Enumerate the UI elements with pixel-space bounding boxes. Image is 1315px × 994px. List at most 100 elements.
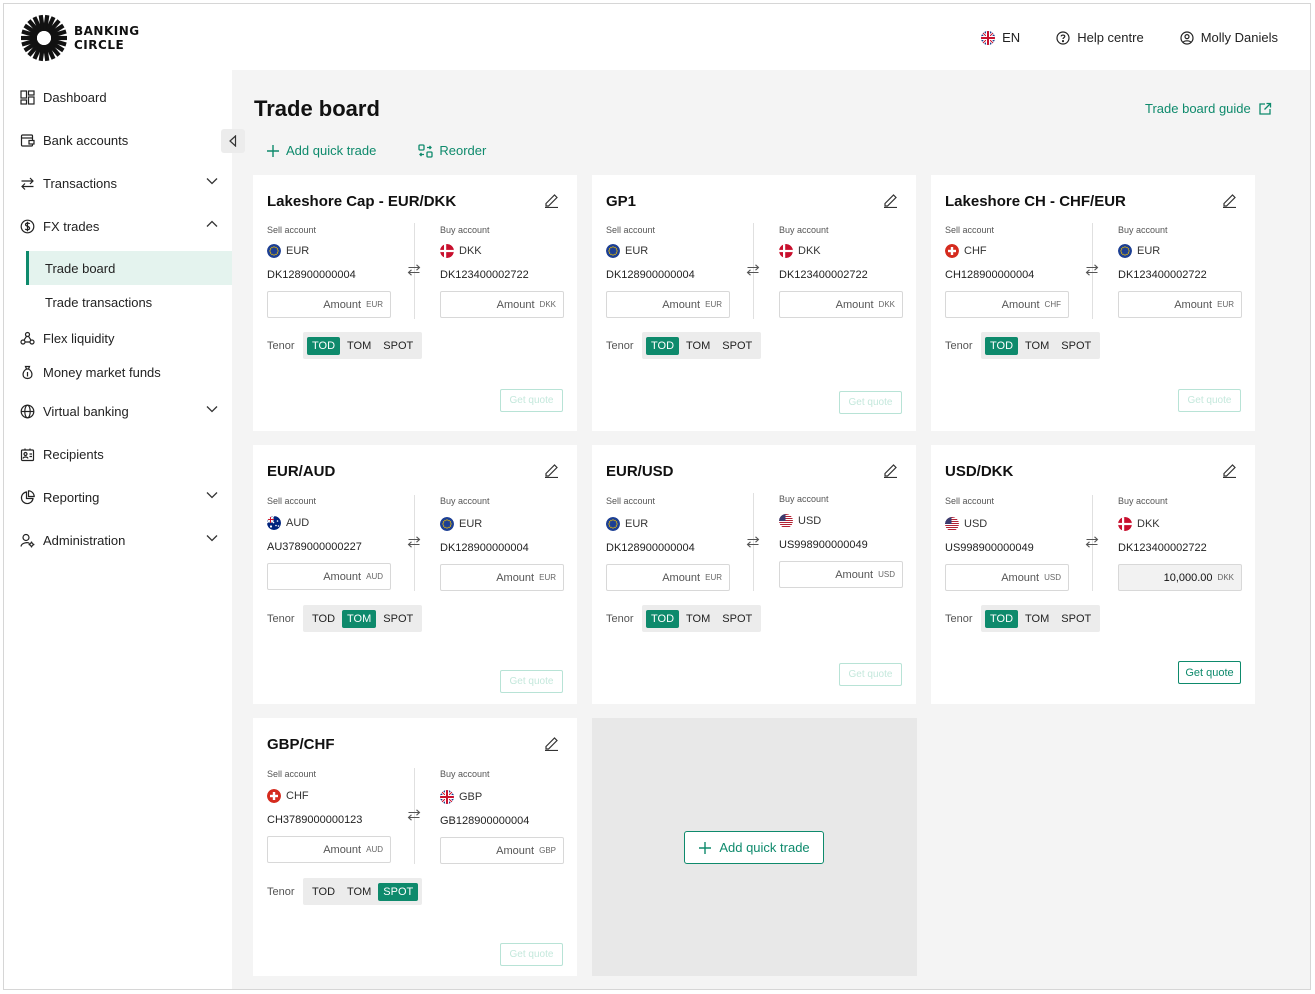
swap-icon[interactable] — [746, 263, 760, 277]
tenor-option-tod[interactable]: TOD — [307, 883, 340, 901]
swap-icon[interactable] — [407, 808, 421, 822]
sidebar-item-money-market-funds[interactable]: Money market funds — [4, 355, 232, 389]
sidebar-item-trade-transactions[interactable]: Trade transactions — [26, 285, 232, 319]
swap-icon[interactable] — [407, 263, 421, 277]
edit-icon[interactable] — [544, 193, 559, 208]
card-title: USD/DKK — [945, 463, 1014, 480]
sell-account-number: CH3789000000123 — [267, 814, 363, 826]
swap-icon[interactable] — [1085, 263, 1099, 277]
buy-currency: DKK — [1118, 517, 1160, 531]
get-quote-button[interactable]: Get quote — [1178, 389, 1241, 412]
language-selector[interactable]: EN — [981, 30, 1020, 45]
sell-amount-input[interactable]: Amount CHF — [945, 291, 1069, 318]
sidebar-item-transactions[interactable]: Transactions — [4, 166, 232, 200]
chevron-up-icon — [206, 220, 218, 227]
add-quick-trade-card-button[interactable]: Add quick trade — [684, 831, 824, 864]
sidebar-item-label: Trade transactions — [45, 294, 153, 310]
buy-amount-input[interactable]: Amount DKK — [779, 291, 903, 318]
tenor-option-spot[interactable]: SPOT — [1056, 337, 1096, 355]
buy-amount-input[interactable]: Amount EUR — [440, 564, 564, 591]
get-quote-button[interactable]: Get quote — [839, 663, 902, 686]
help-centre-link[interactable]: Help centre — [1056, 30, 1144, 45]
swap-icon[interactable] — [407, 535, 421, 549]
tenor-option-tom[interactable]: TOM — [342, 609, 377, 628]
tenor-option-spot[interactable]: SPOT — [717, 610, 757, 628]
edit-icon[interactable] — [1222, 193, 1237, 208]
user-menu[interactable]: Molly Daniels — [1180, 30, 1278, 45]
tenor-option-spot[interactable]: SPOT — [378, 882, 419, 901]
tenor-option-spot[interactable]: SPOT — [717, 337, 757, 355]
tenor-option-tom[interactable]: TOM — [1020, 337, 1054, 355]
tenor-selector: TOD TOM SPOT — [303, 332, 423, 359]
tenor-option-tod[interactable]: TOD — [646, 336, 680, 355]
get-quote-button[interactable]: Get quote — [500, 670, 563, 693]
tenor-option-tod[interactable]: TOD — [646, 609, 680, 628]
tenor-option-tom[interactable]: TOM — [681, 610, 715, 628]
swap-icon[interactable] — [1085, 535, 1099, 549]
chevron-down-icon — [206, 406, 218, 413]
edit-icon[interactable] — [883, 463, 898, 478]
sidebar-item-dashboard[interactable]: Dashboard — [4, 80, 232, 114]
reorder-button[interactable]: Reorder — [418, 143, 486, 158]
sell-currency: CHF — [267, 789, 309, 803]
sidebar-item-bank-accounts[interactable]: Bank accounts — [4, 123, 232, 157]
get-quote-button[interactable]: Get quote — [839, 391, 902, 414]
top-navigation: EN Help centre Molly Daniels — [981, 30, 1278, 45]
buy-account-number: DK123400002722 — [1118, 269, 1207, 281]
tenor-option-tod[interactable]: TOD — [985, 609, 1019, 628]
tenor-option-tod[interactable]: TOD — [985, 336, 1019, 355]
trade-board-guide-link[interactable]: Trade board guide — [1145, 101, 1272, 116]
tenor-option-tom[interactable]: TOM — [681, 337, 715, 355]
edit-icon[interactable] — [883, 193, 898, 208]
get-quote-button[interactable]: Get quote — [1178, 661, 1241, 684]
buy-amount-input[interactable]: Amount GBP — [440, 837, 564, 864]
edit-icon[interactable] — [1222, 463, 1237, 478]
tenor-selector: TOD TOM SPOT — [642, 605, 762, 632]
sidebar-item-label: Flex liquidity — [43, 330, 115, 346]
chf-flag-icon — [945, 244, 959, 258]
collapse-sidebar-button[interactable] — [221, 129, 245, 153]
tenor-option-tom[interactable]: TOM — [342, 883, 376, 901]
administration-icon — [20, 533, 35, 547]
edit-icon[interactable] — [544, 463, 559, 478]
usd-flag-icon — [779, 514, 793, 528]
brand-logo[interactable]: BANKING CIRCLE — [20, 14, 140, 62]
buy-amount-input[interactable]: Amount USD — [779, 561, 903, 588]
sell-amount-input[interactable]: Amount EUR — [606, 564, 730, 591]
recipients-icon — [20, 448, 35, 461]
sell-currency: CHF — [945, 244, 987, 258]
sell-amount-input[interactable]: Amount USD — [945, 564, 1069, 591]
sell-currency: USD — [945, 517, 987, 531]
buy-account-label: Buy account — [440, 769, 490, 779]
dkk-flag-icon — [440, 244, 454, 258]
tenor-option-tom[interactable]: TOM — [342, 337, 376, 355]
sidebar-item-administration[interactable]: Administration — [4, 523, 232, 557]
sidebar-item-flex-liquidity[interactable]: Flex liquidity — [4, 321, 232, 355]
sell-amount-input[interactable]: Amount AUD — [267, 563, 391, 590]
dashboard-icon — [20, 89, 35, 105]
tenor-option-tod[interactable]: TOD — [307, 336, 341, 355]
tenor-option-spot[interactable]: SPOT — [1056, 610, 1096, 628]
sidebar-item-recipients[interactable]: Recipients — [4, 437, 232, 471]
tenor-option-spot[interactable]: SPOT — [378, 610, 418, 628]
get-quote-button[interactable]: Get quote — [500, 943, 563, 966]
buy-amount-input[interactable]: Amount EUR — [1118, 291, 1242, 318]
buy-amount-input[interactable]: 10,000.00 DKK — [1118, 564, 1242, 591]
get-quote-button[interactable]: Get quote — [500, 389, 563, 412]
sidebar-item-fx-trades[interactable]: FX trades — [4, 209, 232, 243]
sell-amount-input[interactable]: Amount AUD — [267, 836, 391, 863]
dkk-flag-icon — [779, 244, 793, 258]
tenor-option-tod[interactable]: TOD — [307, 610, 340, 628]
add-quick-trade-button[interactable]: Add quick trade — [266, 143, 376, 158]
sidebar-item-reporting[interactable]: Reporting — [4, 480, 232, 514]
edit-icon[interactable] — [544, 736, 559, 751]
sidebar-item-virtual-banking[interactable]: Virtual banking — [4, 394, 232, 428]
swap-icon[interactable] — [746, 535, 760, 549]
tenor-option-tom[interactable]: TOM — [1020, 610, 1054, 628]
tenor-option-spot[interactable]: SPOT — [378, 337, 418, 355]
sidebar-item-trade-board[interactable]: Trade board — [26, 251, 232, 285]
sell-amount-input[interactable]: Amount EUR — [606, 291, 730, 318]
sell-amount-input[interactable]: Amount EUR — [267, 291, 391, 318]
tenor-label: Tenor — [267, 613, 295, 625]
buy-amount-input[interactable]: Amount DKK — [440, 291, 564, 318]
